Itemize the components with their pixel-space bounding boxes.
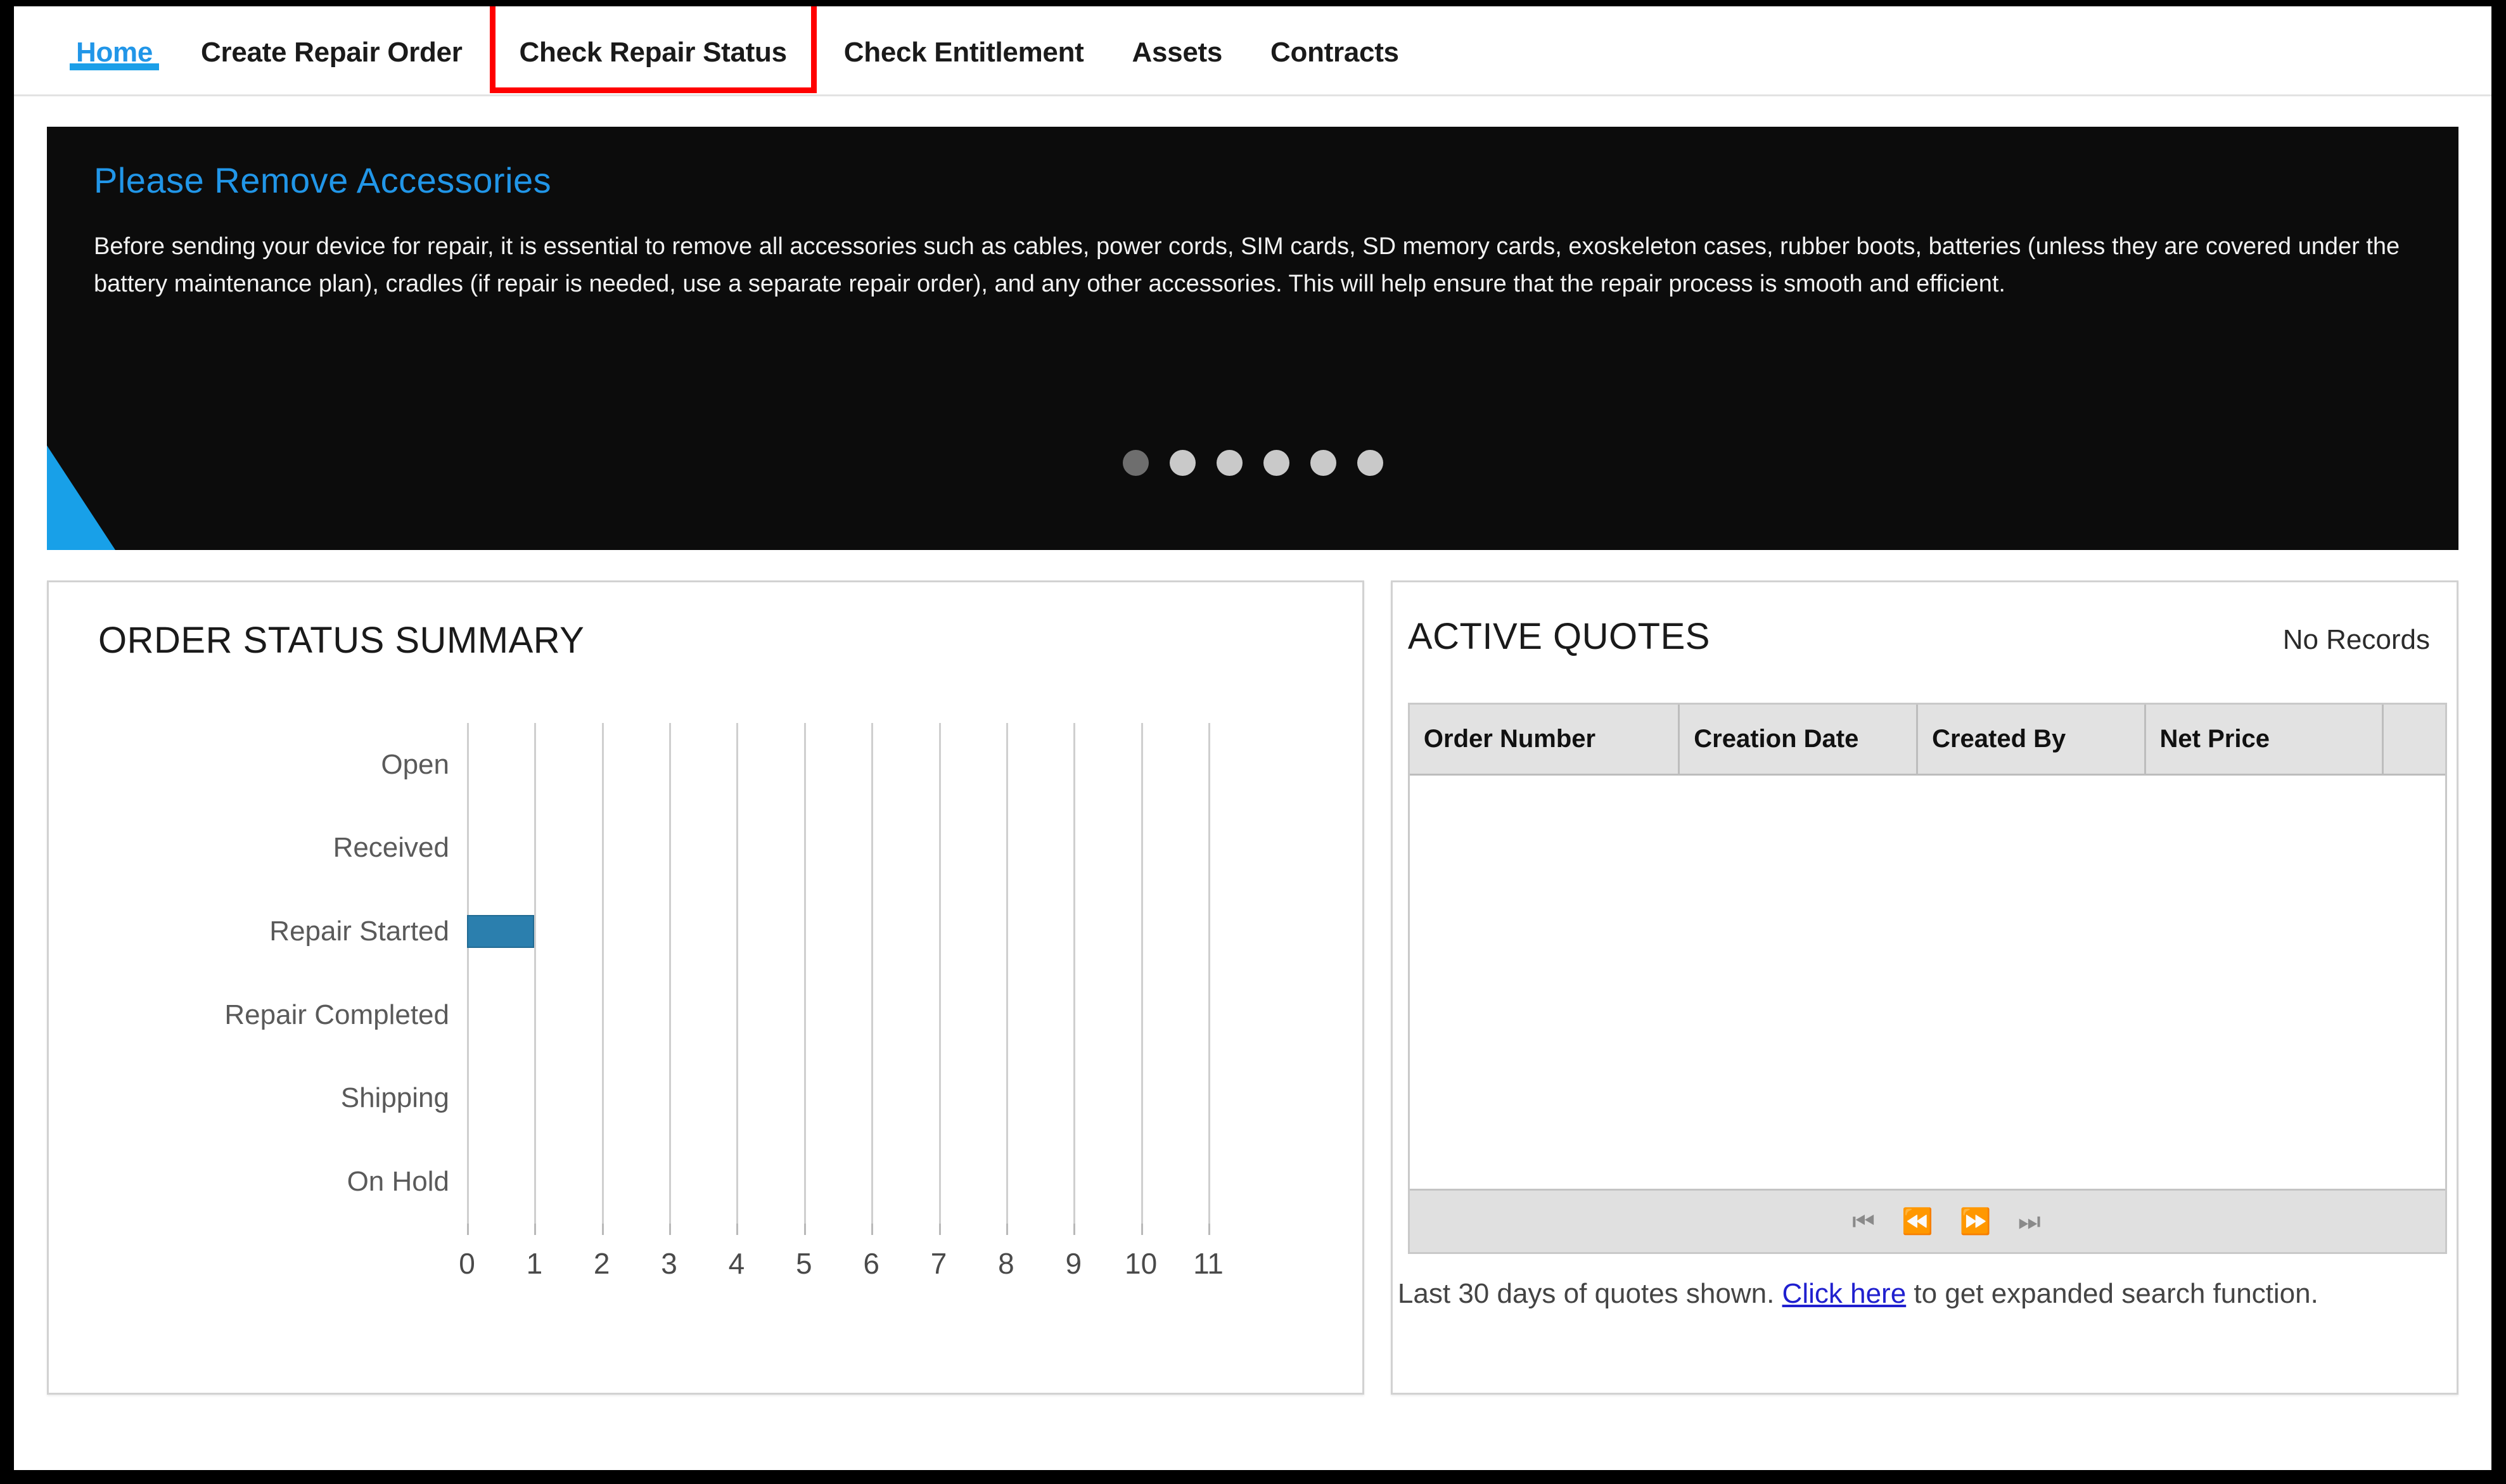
chart-x-tick [601,1224,604,1235]
chart-x-tick-label: 11 [1193,1247,1224,1280]
chart-bar[interactable] [467,915,535,949]
nav-item-contracts[interactable]: Contracts [1246,6,1423,68]
screen: Home Create Repair Order Check Repair St… [0,0,2506,1484]
chart-x-tick [1073,1224,1076,1235]
chart-x-tick [534,1224,537,1235]
chart-category-row: Repair Completed [224,973,1208,1057]
carousel-dots [47,450,2458,476]
chart-x-tick [871,1224,874,1235]
nav-list: Home Create Repair Order Check Repair St… [52,6,2491,94]
chart-category-row: Open [381,723,1208,807]
active-quotes-status: No Records [2282,624,2430,655]
chart-gridline [1208,723,1210,1224]
nav-item-create-repair-order-label: Create Repair Order [201,37,463,68]
carousel-dot-6[interactable] [1357,450,1383,476]
nav-item-assets[interactable]: Assets [1108,6,1247,68]
footnote-suffix: to get expanded search function. [1906,1278,2318,1309]
chart-x-tick [669,1224,672,1235]
carousel-dot-3[interactable] [1216,450,1243,476]
carousel-dot-5[interactable] [1310,450,1336,476]
column-header-order-number[interactable]: Order Number [1409,705,1680,776]
chart-category-label: Open [381,748,449,780]
carousel-dot-2[interactable] [1169,450,1196,476]
chart-x-tick [803,1224,806,1235]
chart-x-tick [1141,1224,1143,1235]
main-navigation: Home Create Repair Order Check Repair St… [14,6,2491,96]
chart-x-tick-label: 1 [526,1247,543,1280]
nav-item-check-repair-status-label: Check Repair Status [519,37,788,68]
chart-plot-area: 0 1 2 3 4 5 6 7 8 9 10 11 Open Received Repair Started… [224,723,1224,1280]
order-status-summary-title: ORDER STATUS SUMMARY [98,620,585,661]
table-header-row: Order Number Creation Date Created By Ne… [1409,705,2445,776]
chart-x-tick [1006,1224,1008,1235]
chart-x-tick [736,1224,739,1235]
chart-category-label: Repair Completed [224,999,449,1030]
application-page: Home Create Repair Order Check Repair St… [14,6,2491,1470]
banner-title: Please Remove Accessories [94,160,552,200]
column-header-created-by[interactable]: Created By [1917,705,2146,776]
nav-item-home[interactable]: Home [52,6,177,70]
active-quotes-card: ACTIVE QUOTES No Records Order Number Cr… [1390,580,2458,1395]
active-tab-underline [70,63,160,70]
order-status-summary-card: ORDER STATUS SUMMARY 0 1 2 3 4 5 6 7 8 9 10 11 Open R… [47,580,1364,1395]
column-header-creation-date[interactable]: Creation Date [1678,705,1919,776]
expanded-search-link[interactable]: Click here [1782,1278,1907,1309]
nav-item-contracts-label: Contracts [1270,37,1399,68]
carousel-dot-1[interactable] [1122,450,1149,476]
chart-x-tick-label: 5 [796,1247,812,1280]
column-header-net-price[interactable]: Net Price [2145,705,2384,776]
nav-item-check-entitlement[interactable]: Check Entitlement [820,6,1108,68]
active-quotes-title: ACTIVE QUOTES [1407,616,1710,657]
nav-item-assets-label: Assets [1132,37,1223,68]
dashboard: ORDER STATUS SUMMARY 0 1 2 3 4 5 6 7 8 9 10 11 Open R… [47,580,2458,1395]
active-quotes-table: Order Number Creation Date Created By Ne… [1409,705,2445,776]
chart-x-tick-label: 2 [593,1247,610,1280]
chart-x-tick [467,1224,469,1235]
chart-category-label: Repair Started [269,916,449,947]
column-header-spacer [2382,705,2445,776]
chart-x-tick-label: 8 [998,1247,1014,1280]
chart-x-tick-label: 4 [728,1247,745,1280]
next-page-icon[interactable]: ⏩ [1960,1209,1991,1234]
carousel-dot-4[interactable] [1263,450,1289,476]
chart-x-tick [938,1224,941,1235]
announcement-banner: Please Remove Accessories Before sending… [47,127,2458,550]
chart-category-label: On Hold [347,1166,449,1198]
chart-x-tick [1208,1224,1210,1235]
nav-item-check-entitlement-label: Check Entitlement [843,37,1084,68]
chart-x-tick-label: 7 [930,1247,947,1280]
active-quotes-empty-body [1409,775,2445,1181]
nav-item-check-repair-status[interactable]: Check Repair Status [489,6,817,93]
chart-x-tick-label: 6 [863,1247,879,1280]
nav-item-create-repair-order[interactable]: Create Repair Order [177,6,486,68]
banner-body-text: Before sending your device for repair, i… [94,233,2400,297]
footnote-prefix: Last 30 days of quotes shown. [1397,1278,1782,1309]
order-status-bar-chart: 0 1 2 3 4 5 6 7 8 9 10 11 Open Received Repair Started… [49,696,1362,1349]
first-page-icon[interactable]: ⏮ [1852,1209,1875,1234]
chart-x-tick-label: 10 [1125,1247,1158,1280]
table-header: Order Number Creation Date Created By Ne… [1409,705,2445,776]
chart-category-row: Shipping [341,1057,1208,1141]
chart-category-row: Received [333,807,1208,890]
chart-x-tick-label: 9 [1065,1247,1082,1280]
chart-category-row: Repair Started [269,890,1208,973]
active-quotes-footnote: Last 30 days of quotes shown. Click here… [1398,1278,2318,1310]
chart-category-label: Shipping [340,1082,449,1114]
chart-x-tick-label: 3 [661,1247,677,1280]
table-pagination: ⏮ ⏪ ⏩ ⏭ [1409,1189,2445,1252]
last-page-icon[interactable]: ⏭ [2018,1209,2041,1234]
chart-category-row: On Hold [347,1140,1208,1224]
previous-page-icon[interactable]: ⏪ [1902,1209,1933,1234]
chart-category-label: Received [333,832,449,864]
chart-x-tick-label: 0 [459,1247,475,1280]
active-quotes-grid: Order Number Creation Date Created By Ne… [1407,703,2447,1254]
